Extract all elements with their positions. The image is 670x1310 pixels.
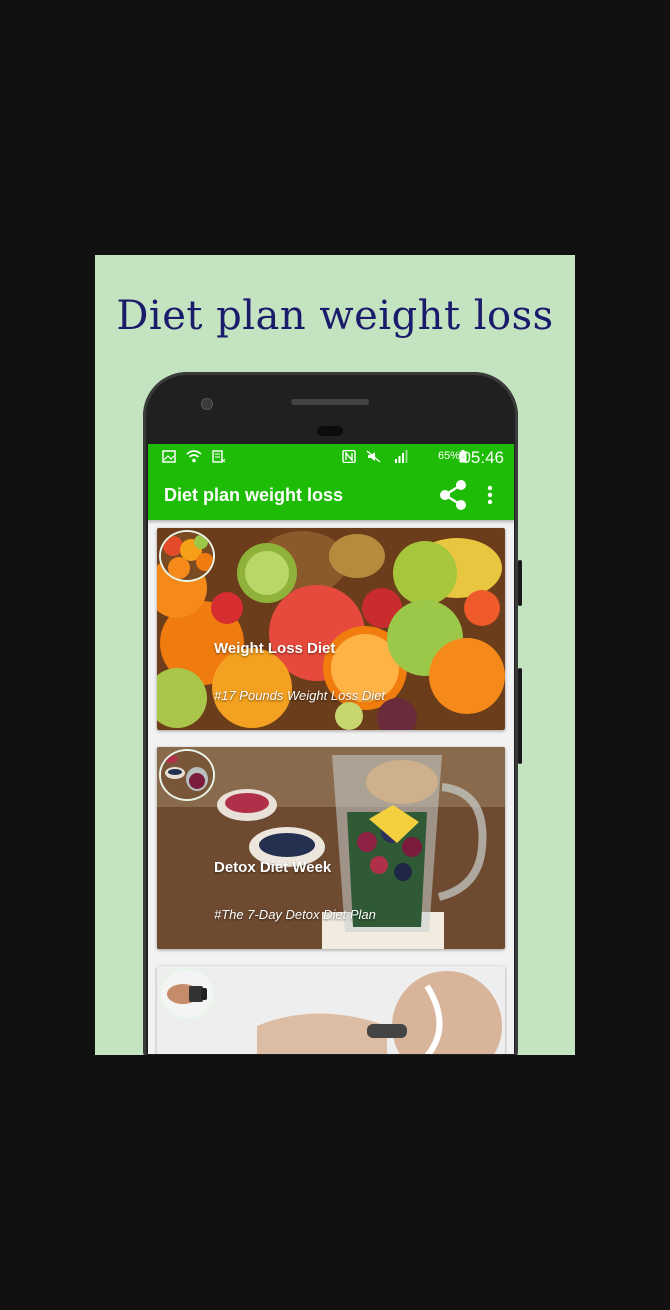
diet-card-detox[interactable]: Detox Diet Week #The 7-Day Detox Diet Pl… <box>157 747 505 949</box>
status-time: 05:46 <box>461 448 504 467</box>
detox-thumbnail-image <box>161 751 213 799</box>
wifi-icon <box>186 450 202 463</box>
power-button <box>518 560 522 606</box>
nfc-icon <box>342 450 356 463</box>
dumbbell-thumbnail-image <box>161 970 213 1018</box>
diet-card-weight-loss[interactable]: Weight Loss Diet #17 Pounds Weight Loss … <box>157 528 505 730</box>
volume-button <box>518 668 522 764</box>
category-thumbnail <box>159 968 215 1020</box>
promo-title: Diet plan weight loss <box>116 293 554 339</box>
earpiece-speaker <box>291 399 369 405</box>
overflow-menu-icon[interactable] <box>482 482 498 508</box>
category-thumbnail <box>159 749 215 801</box>
category-thumbnail <box>159 530 215 582</box>
card-title: Weight Loss Diet <box>214 640 336 657</box>
sim-icon <box>212 450 226 463</box>
phone-frame: 65% 05:46 Diet plan weight loss Weight L… <box>143 372 522 1055</box>
front-camera <box>201 398 213 410</box>
share-icon[interactable] <box>436 478 470 512</box>
battery-percent: 65% <box>437 450 460 462</box>
app-bar: Diet plan weight loss <box>148 470 514 520</box>
proximity-sensor <box>317 426 343 436</box>
mute-icon <box>366 450 381 463</box>
promo-banner: Diet plan weight loss 65% 05:46 Diet pla… <box>95 255 575 1055</box>
fruit-thumbnail-image <box>161 532 213 580</box>
card-subtitle: #The 7-Day Detox Diet Plan <box>214 907 376 922</box>
app-title: Diet plan weight loss <box>164 485 344 505</box>
diet-card-fitness[interactable] <box>157 966 505 1054</box>
card-subtitle: #17 Pounds Weight Loss Diet <box>214 688 386 703</box>
card-title: Detox Diet Week <box>214 859 332 876</box>
image-icon <box>162 450 176 463</box>
signal-icon <box>395 450 408 463</box>
status-bar: 65% 05:46 <box>148 444 514 470</box>
phone-screen: 65% 05:46 Diet plan weight loss Weight L… <box>148 444 514 1054</box>
